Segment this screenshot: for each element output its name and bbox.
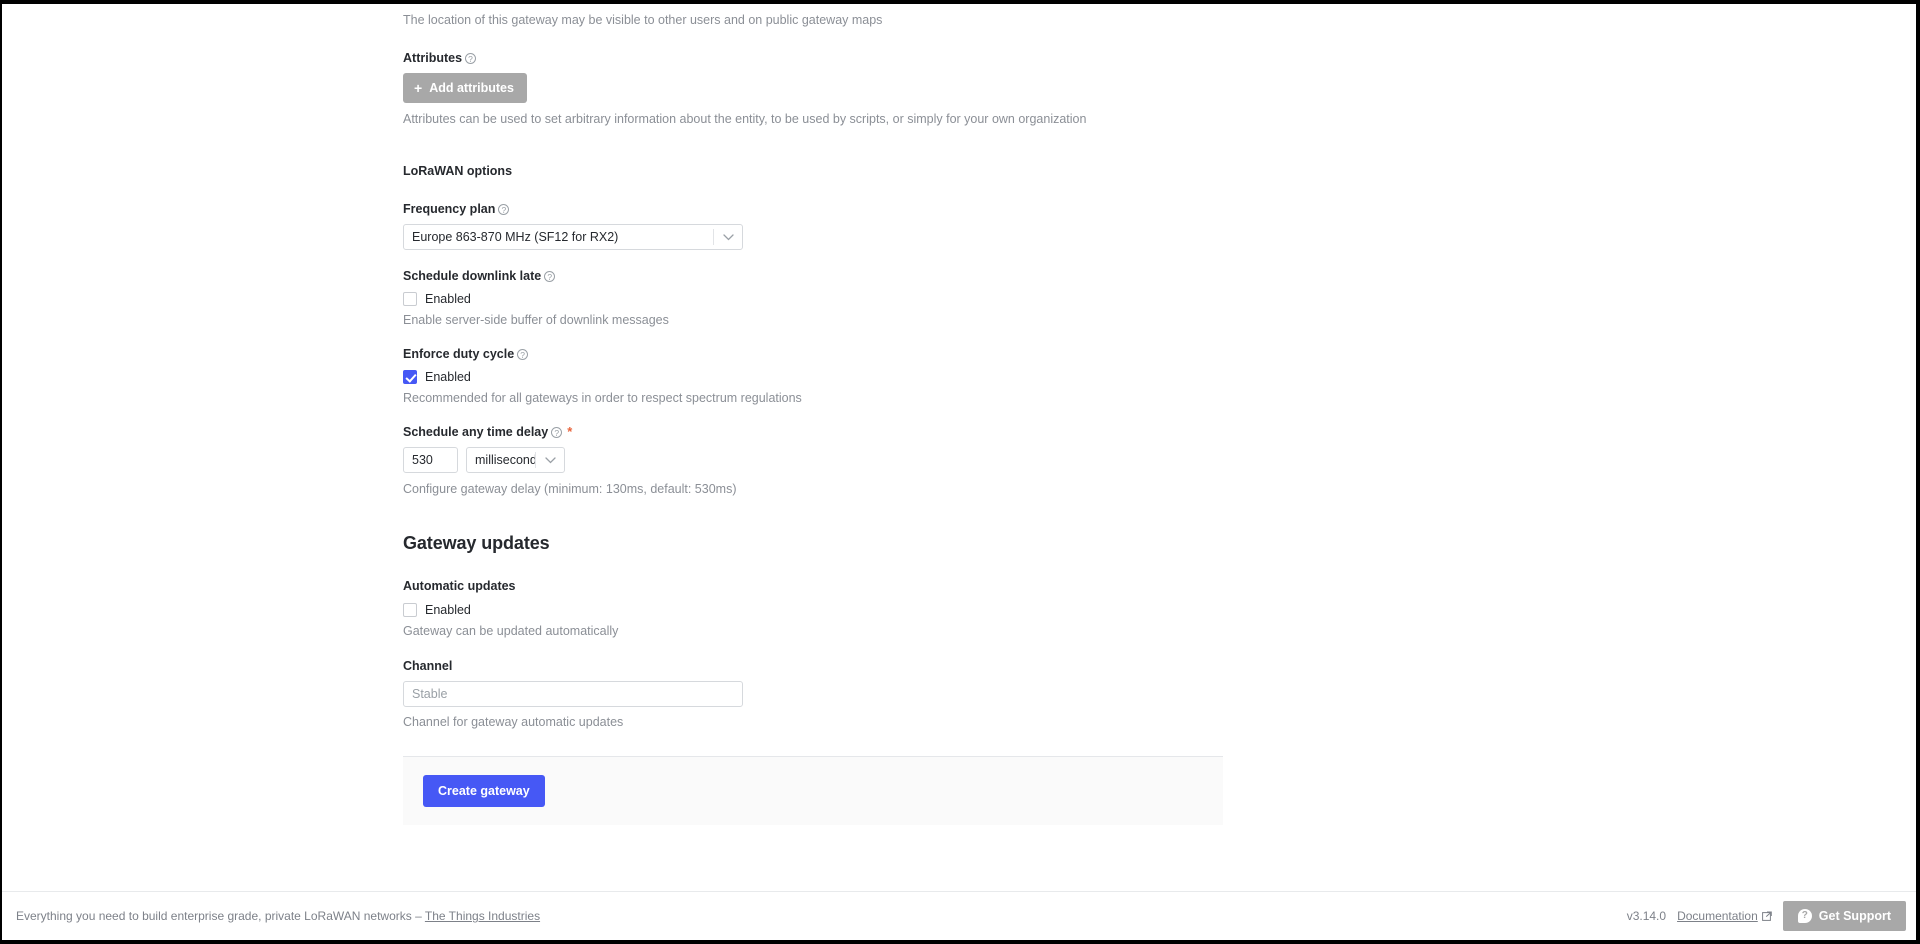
enforce-duty-cycle-label-text: Enforce duty cycle: [403, 347, 515, 361]
frequency-plan-label-text: Frequency plan: [403, 202, 496, 216]
automatic-updates-label-text: Automatic updates: [403, 579, 516, 593]
attributes-hint: Attributes can be used to set arbitrary …: [403, 112, 1087, 126]
create-gateway-button[interactable]: Create gateway: [423, 775, 545, 807]
help-icon[interactable]: ?: [465, 52, 477, 64]
automatic-updates-checkbox-label: Enabled: [425, 603, 471, 617]
help-icon[interactable]: ?: [517, 348, 529, 360]
automatic-updates-hint: Gateway can be updated automatically: [403, 624, 619, 638]
the-things-industries-link[interactable]: The Things Industries: [425, 909, 540, 923]
add-attributes-label: Add attributes: [429, 81, 514, 95]
channel-input[interactable]: [403, 681, 743, 707]
form-submit-bar: Create gateway: [403, 756, 1223, 825]
external-link-icon: [1761, 911, 1772, 921]
enforce-duty-cycle-checkbox-row[interactable]: Enabled: [403, 370, 1233, 384]
documentation-link[interactable]: Documentation: [1677, 909, 1772, 923]
attributes-label-text: Attributes: [403, 51, 463, 65]
frequency-plan-value: Europe 863-870 MHz (SF12 for RX2): [412, 230, 619, 244]
version-label: v3.14.0: [1626, 909, 1667, 923]
chevron-down-icon[interactable]: [536, 456, 564, 464]
schedule-downlink-late-checkbox[interactable]: [403, 292, 417, 306]
help-icon[interactable]: ?: [544, 270, 556, 282]
automatic-updates-checkbox[interactable]: [403, 603, 417, 617]
gateway-updates-heading: Gateway updates: [403, 533, 550, 553]
automatic-updates-checkbox-row[interactable]: Enabled: [403, 603, 1233, 617]
attributes-label: Attributes ?: [403, 50, 1233, 66]
enforce-duty-cycle-checkbox-label: Enabled: [425, 370, 471, 384]
schedule-any-time-delay-label-text: Schedule any time delay: [403, 425, 549, 439]
chevron-down-icon[interactable]: [714, 233, 742, 241]
channel-hint: Channel for gateway automatic updates: [403, 715, 624, 729]
automatic-updates-label: Automatic updates: [403, 578, 1233, 594]
footer-right-group: v3.14.0 Documentation ? Get Support: [1627, 892, 1916, 940]
schedule-any-time-delay-hint: Configure gateway delay (minimum: 130ms,…: [403, 482, 737, 496]
gateway-form-scroll-area: The location of this gateway may be visi…: [2, 4, 1916, 892]
channel-label: Channel: [403, 658, 1233, 674]
documentation-link-text: Documentation: [1677, 909, 1758, 923]
enforce-duty-cycle-checkbox[interactable]: [403, 370, 417, 384]
schedule-downlink-late-label-text: Schedule downlink late: [403, 269, 542, 283]
channel-label-text: Channel: [403, 659, 453, 673]
app-viewport: The location of this gateway may be visi…: [2, 4, 1916, 940]
frequency-plan-select[interactable]: Europe 863-870 MHz (SF12 for RX2): [403, 224, 743, 250]
schedule-any-time-delay-label: Schedule any time delay ? *: [403, 424, 1233, 440]
schedule-downlink-late-checkbox-label: Enabled: [425, 292, 471, 306]
get-support-button[interactable]: ? Get Support: [1782, 901, 1906, 931]
schedule-downlink-late-hint: Enable server-side buffer of downlink me…: [403, 313, 669, 327]
schedule-any-time-delay-unit-select[interactable]: milliseconds: [466, 447, 565, 473]
footer-tagline: Everything you need to build enterprise …: [2, 909, 540, 923]
page-footer: Everything you need to build enterprise …: [2, 891, 1916, 940]
schedule-any-time-delay-unit-value: milliseconds: [475, 453, 535, 467]
help-icon[interactable]: ?: [498, 203, 510, 215]
schedule-downlink-late-checkbox-row[interactable]: Enabled: [403, 292, 1233, 306]
gateway-form-column: The location of this gateway may be visi…: [403, 4, 1233, 825]
add-attributes-button[interactable]: + Add attributes: [403, 73, 527, 103]
plus-icon: +: [414, 80, 423, 96]
frequency-plan-label: Frequency plan ?: [403, 201, 1233, 217]
get-support-label: Get Support: [1818, 909, 1891, 923]
question-mark-icon: ?: [1797, 909, 1812, 923]
lorawan-options-section-title: LoRaWAN options: [403, 164, 513, 178]
schedule-any-time-delay-input[interactable]: [403, 447, 458, 473]
help-icon[interactable]: ?: [551, 426, 563, 438]
enforce-duty-cycle-label: Enforce duty cycle ?: [403, 346, 1233, 362]
footer-tagline-text: Everything you need to build enterprise …: [16, 909, 425, 923]
enforce-duty-cycle-hint: Recommended for all gateways in order to…: [403, 391, 802, 405]
location-visibility-hint: The location of this gateway may be visi…: [403, 13, 883, 27]
schedule-any-time-delay-row: milliseconds: [403, 447, 1233, 473]
required-marker: *: [567, 424, 573, 439]
schedule-downlink-late-label: Schedule downlink late ?: [403, 268, 1233, 284]
